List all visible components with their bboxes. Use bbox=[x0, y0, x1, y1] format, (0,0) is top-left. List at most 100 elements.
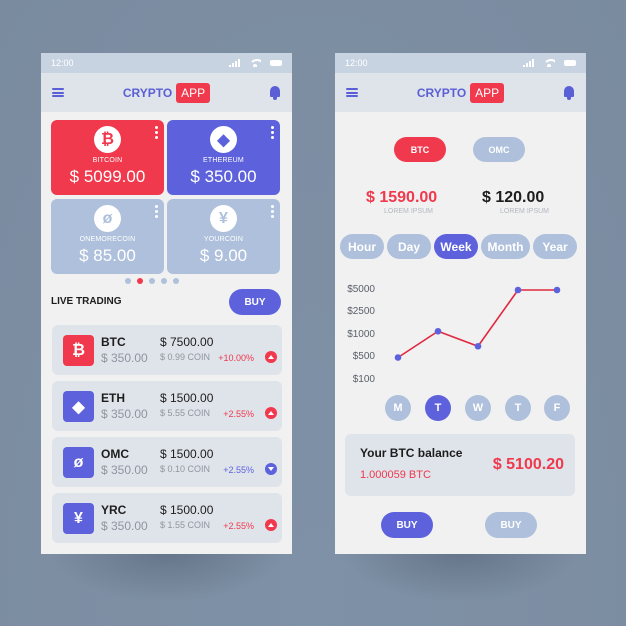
carousel-pager bbox=[41, 278, 292, 284]
day-button[interactable]: T bbox=[425, 395, 451, 421]
buy-button-secondary[interactable]: BUY bbox=[485, 512, 537, 538]
trade-row[interactable]: ◆ ETH $ 350.00 $ 1500.00 $ 5.55 COIN +2.… bbox=[52, 381, 282, 431]
trade-coin: $ 1.55 COIN bbox=[160, 520, 211, 530]
tab-year[interactable]: Year bbox=[533, 234, 577, 259]
pager-dot[interactable] bbox=[148, 278, 155, 284]
menu-icon[interactable] bbox=[346, 88, 358, 97]
menu-icon[interactable] bbox=[52, 88, 64, 97]
trade-coin: $ 0.99 COIN bbox=[160, 352, 211, 362]
trend-up-icon bbox=[265, 519, 277, 531]
trade-symbol: BTC bbox=[101, 335, 126, 349]
coin-value: $ 5099.00 bbox=[69, 167, 146, 186]
status-bar: 12:00 bbox=[335, 53, 586, 73]
brand-badge: APP bbox=[470, 82, 505, 103]
pager-dot[interactable] bbox=[136, 278, 143, 284]
brand-text: CRYPTO bbox=[416, 85, 467, 100]
trade-row[interactable]: ø OMC $ 350.00 $ 1500.00 $ 0.10 COIN +2.… bbox=[52, 437, 282, 487]
balance-card: Your BTC balance 1.000059 BTC $ 5100.20 bbox=[345, 434, 575, 496]
trade-coin: $ 5.55 COIN bbox=[160, 408, 211, 418]
balance-usd: $ 5100.20 bbox=[492, 456, 564, 473]
data-point[interactable] bbox=[394, 354, 402, 361]
balance-btc: 1.000059 BTC bbox=[360, 469, 431, 481]
brand-badge: APP bbox=[176, 82, 211, 103]
day-button[interactable]: T bbox=[505, 395, 531, 421]
onemorecoin-icon: ø bbox=[94, 205, 121, 232]
btc-icon: ₿ bbox=[63, 335, 94, 366]
signal-icon bbox=[229, 59, 240, 67]
omc-icon: ø bbox=[63, 447, 94, 478]
pager-dot[interactable] bbox=[160, 278, 167, 284]
more-icon[interactable] bbox=[155, 205, 158, 218]
buy-button[interactable]: BUY bbox=[381, 512, 433, 538]
trade-price: $ 7500.00 bbox=[160, 335, 214, 349]
app-header: CRYPTO APP bbox=[335, 73, 586, 112]
coin-card[interactable]: ◆ ETHEREUM $ 350.00 bbox=[167, 120, 280, 195]
app-logo: CRYPTO APP bbox=[122, 82, 211, 103]
trade-coin: $ 0.10 COIN bbox=[160, 464, 211, 474]
coin-card[interactable]: ø ONEMORECOIN $ 85.00 bbox=[51, 199, 164, 274]
more-icon[interactable] bbox=[271, 205, 274, 218]
brand-text: CRYPTO bbox=[122, 85, 173, 100]
right-phone-shadow bbox=[340, 552, 580, 602]
chart-screen: 12:00 CRYPTO APP BTC OMC $ 1590.00 LOREM… bbox=[335, 53, 586, 554]
yourcoin-icon: ¥ bbox=[210, 205, 237, 232]
trade-change: +10.00% bbox=[218, 353, 254, 363]
status-time: 12:00 bbox=[51, 58, 74, 68]
coin-cards: ₿ BITCOIN $ 5099.00 ◆ ETHEREUM $ 350.00 … bbox=[51, 120, 286, 274]
status-bar: 12:00 bbox=[41, 53, 292, 73]
trade-holding: $ 350.00 bbox=[101, 463, 148, 477]
signal-icon bbox=[523, 59, 534, 67]
more-icon[interactable] bbox=[155, 126, 158, 139]
more-icon[interactable] bbox=[271, 126, 274, 139]
day-button[interactable]: W bbox=[465, 395, 491, 421]
coin-name: ETHEREUM bbox=[203, 157, 244, 164]
ethereum-icon: ◆ bbox=[210, 126, 237, 153]
tab-omc[interactable]: OMC bbox=[473, 137, 525, 162]
trading-list: ₿ BTC $ 350.00 $ 7500.00 $ 0.99 COIN +10… bbox=[52, 325, 282, 549]
bell-icon[interactable] bbox=[269, 85, 281, 100]
tab-month[interactable]: Month bbox=[481, 234, 530, 259]
bitcoin-icon: ₿ bbox=[94, 126, 121, 153]
trend-down-icon bbox=[265, 463, 277, 475]
trade-change: +2.55% bbox=[223, 521, 254, 531]
coin-name: YOURCOIN bbox=[203, 236, 244, 243]
eth-icon: ◆ bbox=[63, 391, 94, 422]
yrc-icon: ¥ bbox=[63, 503, 94, 534]
trade-price: $ 1500.00 bbox=[160, 503, 214, 517]
coin-card[interactable]: ₿ BITCOIN $ 5099.00 bbox=[51, 120, 164, 195]
trade-change: +2.55% bbox=[223, 409, 254, 419]
trade-row[interactable]: ¥ YRC $ 350.00 $ 1500.00 $ 1.55 COIN +2.… bbox=[52, 493, 282, 543]
omc-value-caption: LOREM IPSUM bbox=[500, 208, 550, 215]
tab-hour[interactable]: Hour bbox=[340, 234, 384, 259]
tab-btc[interactable]: BTC bbox=[394, 137, 446, 162]
wallet-screen: 12:00 CRYPTO APP ₿ BITCOIN $ 5099.00 ◆ E… bbox=[41, 53, 292, 554]
wifi-icon bbox=[543, 59, 555, 67]
pager-dot[interactable] bbox=[124, 278, 131, 284]
coin-card[interactable]: ¥ YOURCOIN $ 9.00 bbox=[167, 199, 280, 274]
trend-up-icon bbox=[265, 407, 277, 419]
status-time: 12:00 bbox=[345, 58, 368, 68]
coin-value: $ 9.00 bbox=[199, 246, 248, 265]
balance-title: Your BTC balance bbox=[360, 446, 463, 460]
data-point[interactable] bbox=[474, 342, 482, 350]
coin-value: $ 350.00 bbox=[190, 167, 257, 186]
trade-holding: $ 350.00 bbox=[101, 407, 148, 421]
pager-dot[interactable] bbox=[172, 278, 179, 284]
tab-week[interactable]: Week bbox=[434, 234, 478, 259]
buy-button[interactable]: BUY bbox=[229, 289, 281, 315]
coin-name: ONEMORECOIN bbox=[79, 236, 136, 243]
tab-day[interactable]: Day bbox=[387, 234, 431, 259]
data-point[interactable] bbox=[434, 327, 442, 335]
btc-value: $ 1590.00 bbox=[366, 189, 438, 206]
day-button[interactable]: F bbox=[544, 395, 570, 421]
battery-icon bbox=[564, 60, 576, 66]
data-point[interactable] bbox=[514, 286, 522, 294]
data-point[interactable] bbox=[553, 286, 561, 294]
omc-value: $ 120.00 bbox=[482, 189, 545, 206]
trade-row[interactable]: ₿ BTC $ 350.00 $ 7500.00 $ 0.99 COIN +10… bbox=[52, 325, 282, 375]
day-button[interactable]: M bbox=[385, 395, 411, 421]
coin-name: BITCOIN bbox=[92, 157, 123, 164]
price-chart bbox=[394, 286, 561, 361]
app-logo: CRYPTO APP bbox=[416, 82, 505, 103]
bell-icon[interactable] bbox=[563, 85, 575, 100]
